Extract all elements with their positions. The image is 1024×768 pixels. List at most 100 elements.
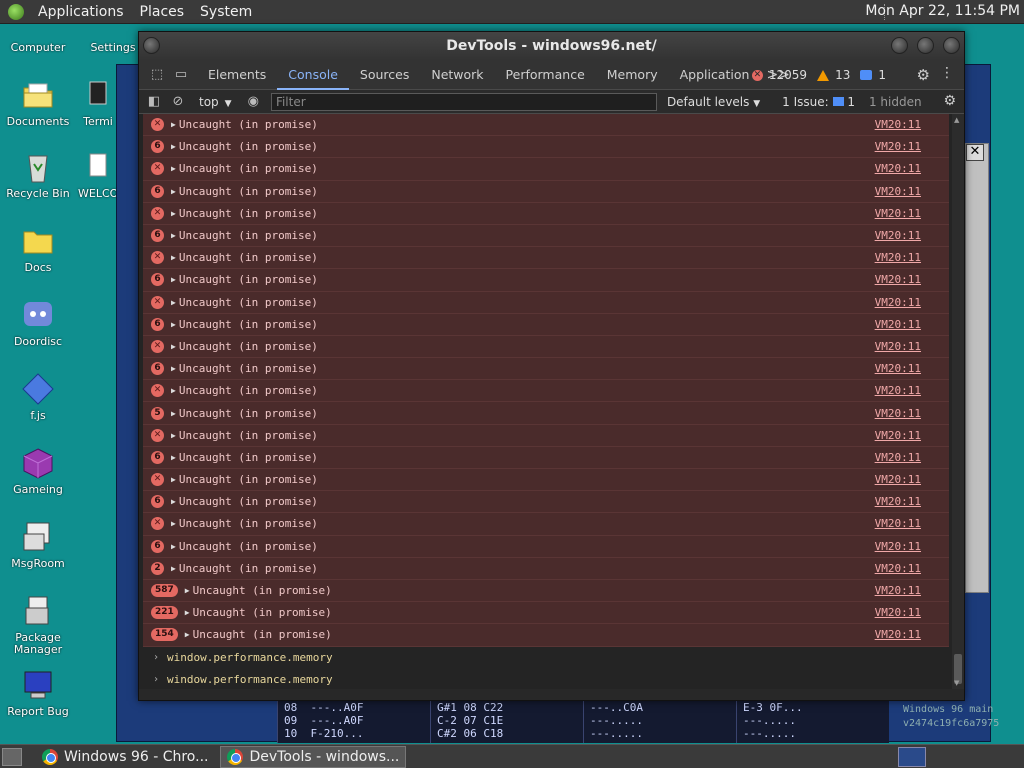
console-error-row[interactable]: ✕ ▶ Uncaught (in promise) VM20:11 <box>143 469 949 492</box>
expand-arrow-icon[interactable]: ▶ <box>171 519 176 528</box>
expand-arrow-icon[interactable]: ▶ <box>171 142 176 151</box>
desktop-icon-documents[interactable]: Documents <box>0 78 76 128</box>
desktop-icon-fjs[interactable]: f.js <box>0 372 76 422</box>
console-error-row[interactable]: ✕ ▶ Uncaught (in promise) VM20:11 <box>143 247 949 270</box>
expand-arrow-icon[interactable]: ▶ <box>171 231 176 240</box>
tray-chrome-icon[interactable] <box>898 747 926 767</box>
minimize-icon[interactable] <box>891 37 908 54</box>
tab-network[interactable]: Network <box>420 60 494 90</box>
expand-arrow-icon[interactable]: ▶ <box>185 608 190 617</box>
source-link[interactable]: VM20:11 <box>875 451 921 464</box>
issues-button[interactable]: 1 Issue: 1 <box>782 95 855 109</box>
source-link[interactable]: VM20:11 <box>875 429 921 442</box>
source-link[interactable]: VM20:11 <box>875 273 921 286</box>
taskbar-item-windows96[interactable]: Windows 96 - Chro... <box>36 746 214 768</box>
source-link[interactable]: VM20:11 <box>875 407 921 420</box>
context-selector[interactable]: top ▼ <box>199 95 232 109</box>
source-link[interactable]: VM20:11 <box>875 584 921 597</box>
desktop-icon-msgroom[interactable]: MsgRoom <box>0 520 76 570</box>
log-levels-dropdown[interactable]: Default levels ▼ <box>667 95 760 109</box>
console-error-row[interactable]: 6 ▶ Uncaught (in promise) VM20:11 <box>143 491 949 514</box>
device-toolbar-icon[interactable]: ▭ <box>171 65 191 85</box>
source-link[interactable]: VM20:11 <box>875 628 921 641</box>
expand-arrow-icon[interactable]: ▶ <box>185 630 190 639</box>
window-menu-icon[interactable] <box>143 37 160 54</box>
console-error-row[interactable]: 587 ▶ Uncaught (in promise) VM20:11 <box>143 579 949 603</box>
gnome-foot-icon[interactable] <box>8 3 24 20</box>
console-error-row[interactable]: 6 ▶ Uncaught (in promise) VM20:11 <box>143 313 949 336</box>
console-error-row[interactable]: 6 ▶ Uncaught (in promise) VM20:11 <box>143 180 949 203</box>
console-error-row[interactable]: ✕ ▶ Uncaught (in promise) VM20:11 <box>143 380 949 403</box>
console-error-row[interactable]: 2 ▶ Uncaught (in promise) VM20:11 <box>143 557 949 580</box>
console-log[interactable]: ✕ ▶ Uncaught (in promise) VM20:11 6 ▶ Uncaught… <box>139 114 954 689</box>
console-error-row[interactable]: ✕ ▶ Uncaught (in promise) VM20:11 <box>143 513 949 536</box>
console-error-row[interactable]: ✕ ▶ Uncaught (in promise) VM20:11 <box>143 114 949 137</box>
console-prompt-entry[interactable]: › window.performance.memory <box>139 669 954 690</box>
devtools-window[interactable]: DevTools - windows96.net/ ⬚ ▭ Elements C… <box>138 31 965 701</box>
source-link[interactable]: VM20:11 <box>875 340 921 353</box>
expand-arrow-icon[interactable]: ▶ <box>171 298 176 307</box>
expand-arrow-icon[interactable]: ▶ <box>171 453 176 462</box>
source-link[interactable]: VM20:11 <box>875 495 921 508</box>
console-error-row[interactable]: ✕ ▶ Uncaught (in promise) VM20:11 <box>143 158 949 181</box>
sidebar-toggle-icon[interactable]: ◧ <box>145 94 163 109</box>
desktop-icon-doordisc[interactable]: Doordisc <box>0 298 76 348</box>
source-link[interactable]: VM20:11 <box>875 606 921 619</box>
desktop-icon-terminal[interactable]: Termi <box>78 78 118 128</box>
expand-arrow-icon[interactable]: ▶ <box>171 342 176 351</box>
source-link[interactable]: VM20:11 <box>875 318 921 331</box>
source-link[interactable]: VM20:11 <box>875 362 921 375</box>
desktop-icon-computer[interactable]: Computer <box>0 26 76 54</box>
console-error-row[interactable]: 154 ▶ Uncaught (in promise) VM20:11 <box>143 624 949 647</box>
tab-application[interactable]: Application <box>669 60 761 90</box>
expand-arrow-icon[interactable]: ▶ <box>171 275 176 284</box>
show-desktop-button[interactable] <box>2 747 22 766</box>
scroll-up-icon[interactable]: ▲ <box>954 116 959 124</box>
console-settings-icon[interactable]: ⚙ <box>943 93 956 109</box>
desktop-icon-welcome[interactable]: WELCO <box>78 150 118 200</box>
tab-memory[interactable]: Memory <box>596 60 669 90</box>
inspect-element-icon[interactable]: ⬚ <box>147 65 167 85</box>
issue-counters[interactable]: ✕ 12059 13 1 <box>751 60 886 90</box>
close-icon[interactable] <box>943 37 960 54</box>
console-error-row[interactable]: 221 ▶ Uncaught (in promise) VM20:11 <box>143 602 949 625</box>
expand-arrow-icon[interactable]: ▶ <box>171 320 176 329</box>
tab-elements[interactable]: Elements <box>197 60 277 90</box>
console-error-row[interactable]: ✕ ▶ Uncaught (in promise) VM20:11 <box>143 291 949 314</box>
close-icon[interactable]: ✕ <box>966 144 984 161</box>
desktop-icon-report-bug[interactable]: Report Bug <box>0 668 76 718</box>
console-error-row[interactable]: ✕ ▶ Uncaught (in promise) VM20:11 <box>143 424 949 447</box>
expand-arrow-icon[interactable]: ▶ <box>171 386 176 395</box>
source-link[interactable]: VM20:11 <box>875 384 921 397</box>
source-link[interactable]: VM20:11 <box>875 251 921 264</box>
source-link[interactable]: VM20:11 <box>875 229 921 242</box>
tab-performance[interactable]: Performance <box>495 60 596 90</box>
live-expression-eye-icon[interactable]: ◉ <box>248 94 259 109</box>
source-link[interactable]: VM20:11 <box>875 118 921 131</box>
source-link[interactable]: VM20:11 <box>875 473 921 486</box>
desktop-icon-gameing[interactable]: Gameing <box>0 446 76 496</box>
source-link[interactable]: VM20:11 <box>875 162 921 175</box>
console-scrollbar[interactable]: ▲ ▼ <box>952 114 964 689</box>
expand-arrow-icon[interactable]: ▶ <box>171 364 176 373</box>
taskbar-item-devtools[interactable]: DevTools - windows... <box>220 745 407 768</box>
console-error-row[interactable]: 6 ▶ Uncaught (in promise) VM20:11 <box>143 224 949 248</box>
panel-clock[interactable]: Mon Apr 22, 11:54 PM <box>865 3 1020 19</box>
source-link[interactable]: VM20:11 <box>875 562 921 575</box>
clear-console-icon[interactable]: ⊘ <box>169 94 187 109</box>
console-error-row[interactable]: 6 ▶ Uncaught (in promise) VM20:11 <box>143 269 949 292</box>
desktop-icon-recycle-bin[interactable]: Recycle Bin <box>0 150 76 200</box>
expand-arrow-icon[interactable]: ▶ <box>171 542 176 551</box>
secondary-window[interactable]: ✕ <box>965 143 989 593</box>
expand-arrow-icon[interactable]: ▶ <box>171 475 176 484</box>
source-link[interactable]: VM20:11 <box>875 517 921 530</box>
expand-arrow-icon[interactable]: ▶ <box>171 209 176 218</box>
source-link[interactable]: VM20:11 <box>875 540 921 553</box>
more-options-icon[interactable]: ⋮ <box>940 65 954 81</box>
expand-arrow-icon[interactable]: ▶ <box>171 120 176 129</box>
tab-sources[interactable]: Sources <box>349 60 420 90</box>
expand-arrow-icon[interactable]: ▶ <box>171 164 176 173</box>
source-link[interactable]: VM20:11 <box>875 140 921 153</box>
expand-arrow-icon[interactable]: ▶ <box>171 564 176 573</box>
menu-applications[interactable]: Applications <box>30 4 132 20</box>
